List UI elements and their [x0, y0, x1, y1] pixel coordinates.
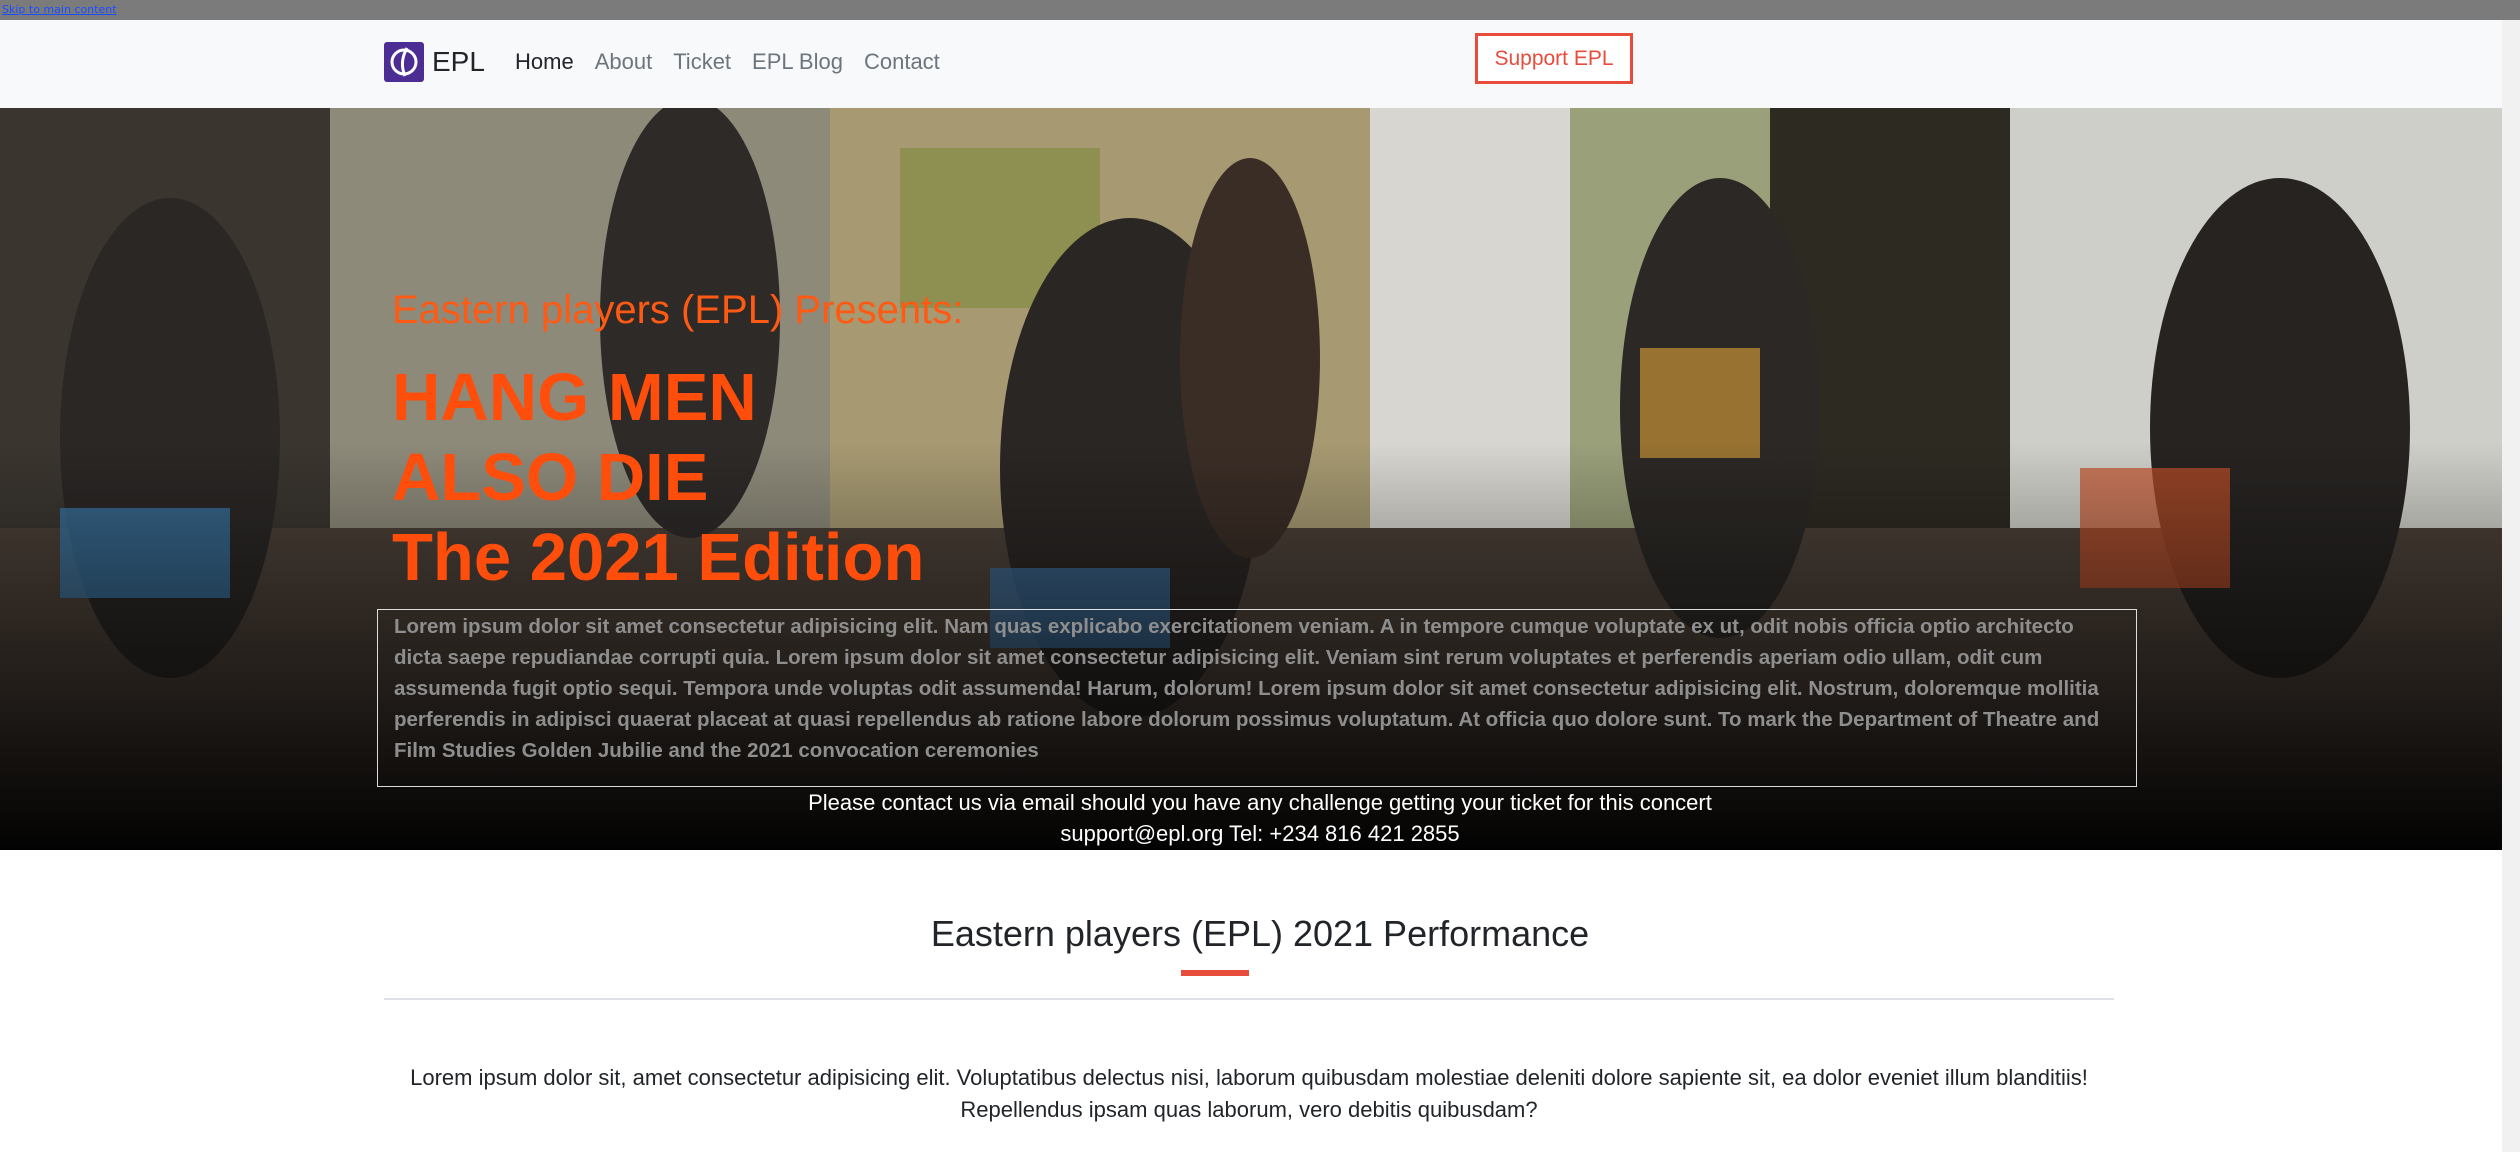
- brand[interactable]: EPL: [384, 41, 485, 83]
- nav-link-epl-blog[interactable]: EPL Blog: [752, 47, 843, 77]
- support-epl-button[interactable]: Support EPL: [1475, 33, 1633, 84]
- top-navbar: EPL Home About Ticket EPL Blog Contact S…: [0, 20, 2520, 108]
- hero-title-line: HANG MEN: [392, 360, 757, 435]
- section-description: Lorem ipsum dolor sit, amet consectetur …: [410, 1065, 2088, 1122]
- contact-notice: Please contact us via email should you h…: [808, 790, 1712, 815]
- section-title: Eastern players (EPL) 2021 Performance: [930, 913, 1590, 954]
- nav-link-home[interactable]: Home: [515, 47, 574, 77]
- nav-link-ticket[interactable]: Ticket: [673, 47, 731, 77]
- nav-links: Home About Ticket EPL Blog Contact: [515, 47, 961, 77]
- section-divider: [384, 998, 2114, 1000]
- hero-pretitle: Eastern players (EPL) Presents:: [392, 288, 964, 332]
- brand-name: EPL: [432, 46, 485, 77]
- nav-link-contact[interactable]: Contact: [864, 47, 940, 77]
- hero-title-line: ALSO DIE: [392, 440, 709, 515]
- nav-link-about[interactable]: About: [595, 47, 653, 77]
- page-scrollbar[interactable]: [2502, 20, 2520, 1152]
- hero-title: HANG MEN ALSO DIE The 2021 Edition: [392, 358, 924, 598]
- hero-title-line: The 2021 Edition: [392, 520, 925, 595]
- hero-banner: Eastern players (EPL) Presents: HANG MEN…: [0, 108, 2520, 850]
- skip-to-content-link[interactable]: Skip to main content: [2, 3, 117, 16]
- skip-bar: Skip to main content: [0, 0, 2520, 20]
- brand-logo-icon: [384, 42, 424, 82]
- hero-description: Lorem ipsum dolor sit amet consectetur a…: [377, 609, 2137, 787]
- title-underline: [1181, 970, 1249, 976]
- contact-details: support@epl.org Tel: +234 816 421 2855: [1060, 821, 1460, 846]
